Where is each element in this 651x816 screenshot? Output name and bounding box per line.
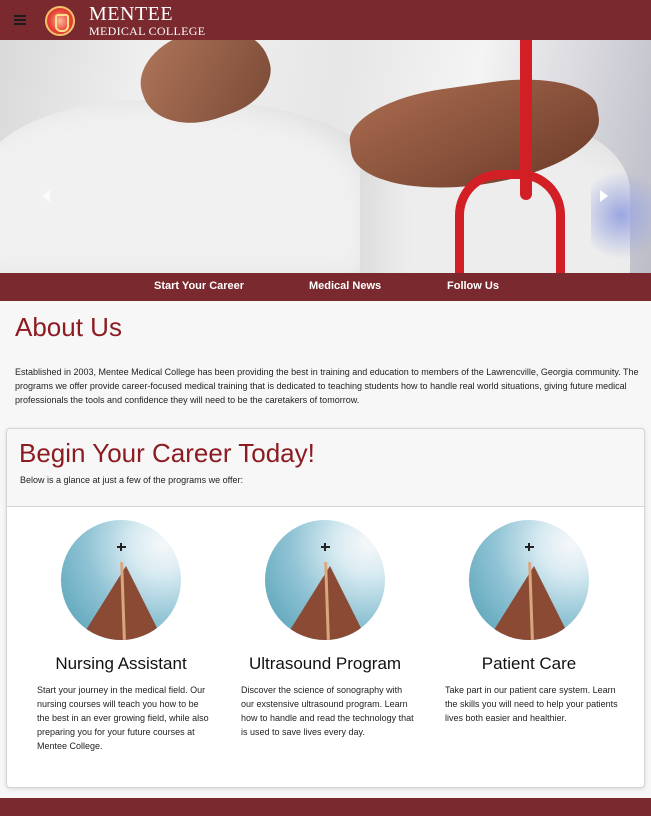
plane-graphic [525, 543, 534, 551]
logo-line-1: MENTEE [89, 3, 174, 25]
college-seal-icon [45, 5, 75, 36]
career-card-header: Begin Your Career Today! Below is a glan… [7, 429, 644, 507]
program-image [61, 520, 181, 640]
program-title: Nursing Assistant [55, 654, 187, 673]
logo-text: MENTEE MEDICAL COLLEGE [89, 4, 205, 37]
career-subtitle: Below is a glance at just a few of the p… [20, 475, 243, 485]
career-title: Begin Your Career Today! [19, 438, 315, 468]
stethoscope-graphic [455, 170, 565, 273]
program-title: Ultrasound Program [248, 654, 402, 673]
college-logo[interactable]: MENTEE MEDICAL COLLEGE [45, 4, 205, 37]
program-image [469, 520, 589, 640]
about-text: Established in 2003, Mentee Medical Coll… [15, 367, 639, 405]
nav-medical-news[interactable]: Medical News [309, 280, 381, 292]
program-card: Ultrasound Program Discover the science … [230, 520, 420, 739]
hero-image-part [591, 160, 651, 270]
career-card: Begin Your Career Today! Below is a glan… [6, 428, 645, 788]
chevron-left-icon[interactable] [40, 186, 56, 206]
hero-carousel [0, 40, 651, 273]
secondary-nav: Start Your Career Medical News Follow Us [0, 273, 651, 301]
footer-bar [0, 798, 651, 816]
plane-graphic [117, 543, 126, 551]
about-title: About Us [15, 312, 122, 342]
hero-image-part [0, 100, 400, 273]
nav-follow-us[interactable]: Follow Us [447, 280, 499, 292]
program-description: Discover the science of sonography with … [241, 685, 414, 737]
program-description: Take part in our patient care system. Le… [445, 685, 618, 723]
program-card: Patient Care Take part in our patient ca… [434, 520, 624, 725]
program-card: Nursing Assistant Start your journey in … [26, 520, 216, 753]
program-title: Patient Care [481, 654, 577, 673]
top-navbar: MENTEE MEDICAL COLLEGE [0, 0, 651, 40]
program-image [265, 520, 385, 640]
logo-line-2: MEDICAL COLLEGE [89, 24, 206, 38]
stethoscope-graphic [520, 40, 532, 200]
program-description: Start your journey in the medical field.… [37, 685, 209, 751]
chevron-right-icon[interactable] [596, 186, 612, 206]
nav-start-your-career[interactable]: Start Your Career [154, 280, 244, 292]
hamburger-menu-icon[interactable] [14, 12, 30, 28]
plane-graphic [321, 543, 330, 551]
